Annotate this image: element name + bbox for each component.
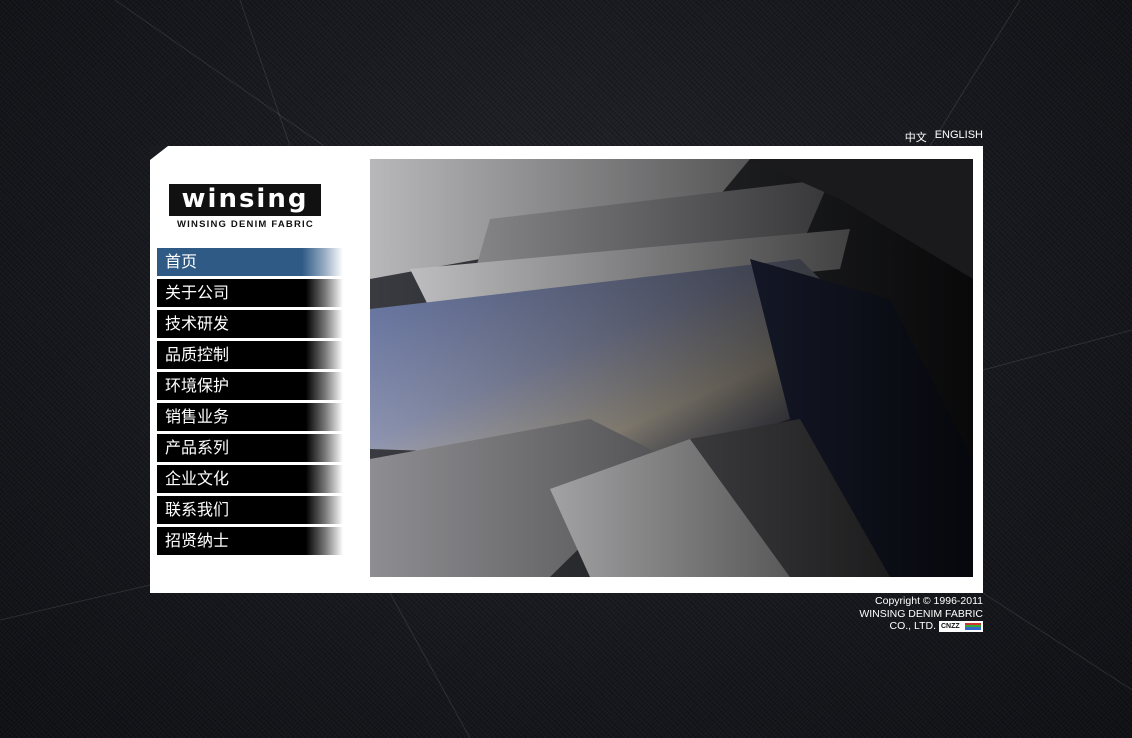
site-footer: Copyright © 1996-2011 WINSING DENIM FABR… xyxy=(859,595,983,633)
company-suffix: CO., LTD. xyxy=(889,620,936,632)
cnzz-bars-icon xyxy=(965,622,981,630)
language-switcher: 中文 ENGLISH xyxy=(905,129,983,145)
copyright-text: Copyright © 1996-2011 xyxy=(875,595,983,607)
brand-logo[interactable]: winsing WINSING DENIM FABRIC xyxy=(169,184,321,232)
nav-item-about[interactable]: 关于公司 xyxy=(157,279,343,307)
main-panel: winsing WINSING DENIM FABRIC 首页 关于公司 技术研… xyxy=(150,146,983,593)
logo-tagline: WINSING DENIM FABRIC xyxy=(177,219,314,230)
logo-wordmark: winsing xyxy=(169,184,321,216)
nav-item-sales[interactable]: 销售业务 xyxy=(157,403,343,431)
language-english-link[interactable]: ENGLISH xyxy=(935,129,983,145)
cnzz-badge[interactable]: CNZZ xyxy=(939,620,983,632)
nav-item-contact[interactable]: 联系我们 xyxy=(157,496,343,524)
footer-row: CO., LTD. CNZZ xyxy=(859,620,983,633)
nav-item-quality[interactable]: 品质控制 xyxy=(157,341,343,369)
nav-item-home[interactable]: 首页 xyxy=(157,248,343,276)
nav-item-careers[interactable]: 招贤纳士 xyxy=(157,527,343,555)
panel-corner-notch xyxy=(150,146,168,160)
hero-denim-image xyxy=(370,159,973,577)
nav-item-culture[interactable]: 企业文化 xyxy=(157,465,343,493)
cnzz-badge-label: CNZZ xyxy=(941,622,960,630)
nav-item-products[interactable]: 产品系列 xyxy=(157,434,343,462)
nav-item-environment[interactable]: 环境保护 xyxy=(157,372,343,400)
language-chinese-link[interactable]: 中文 xyxy=(905,129,927,145)
nav-item-rnd[interactable]: 技术研发 xyxy=(157,310,343,338)
company-name: WINSING DENIM FABRIC xyxy=(859,607,983,620)
main-nav: 首页 关于公司 技术研发 品质控制 环境保护 销售业务 产品系列 企业文化 联系… xyxy=(157,248,343,558)
